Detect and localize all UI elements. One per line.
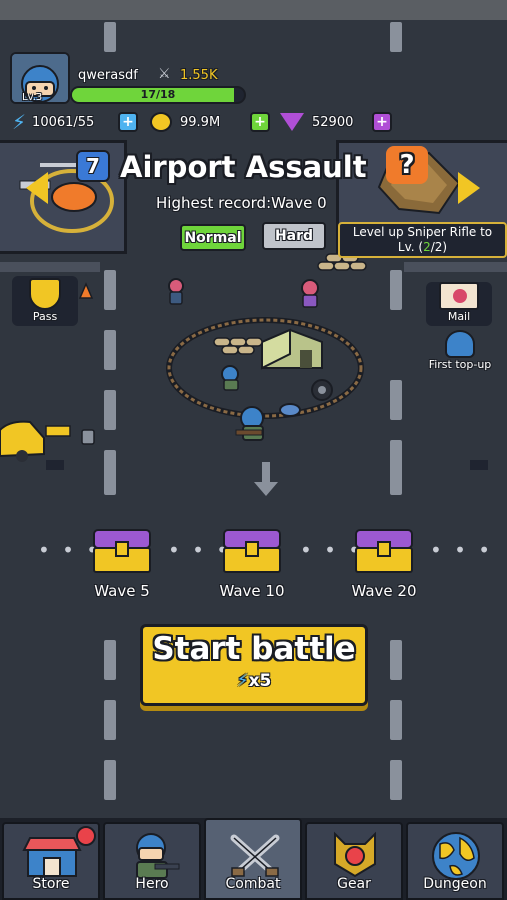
pass-label: Pass	[32, 310, 58, 323]
lightning-icon: ⚡	[236, 671, 249, 691]
nav-tab-gear[interactable]: Gear	[305, 822, 403, 900]
drone	[279, 403, 301, 417]
nav-label-hero: Hero	[135, 876, 169, 892]
coins-value: 99.9M	[180, 114, 221, 130]
unlock-prefix: Lv. (	[397, 240, 424, 254]
player-level: Lv.3	[22, 92, 43, 103]
pass-button[interactable]: Pass	[12, 276, 78, 326]
coins-resource: 99.9M	[150, 110, 220, 134]
player-power: 1.55K	[180, 68, 218, 83]
highest-record: Highest record:Wave 0	[156, 194, 327, 212]
army-tent	[261, 328, 323, 370]
unlock-progress: 2	[423, 240, 431, 254]
energy-value: 10061/55	[32, 114, 95, 130]
locked-level-mark: ?	[386, 146, 428, 184]
unlock-suffix: /2)	[430, 240, 448, 254]
barrier	[45, 425, 95, 445]
reward-chest-wave-20[interactable]	[354, 528, 414, 574]
traffic-cone	[78, 282, 94, 299]
nav-label-dungeon: Dungeon	[423, 876, 487, 892]
crown-coin-icon	[150, 112, 172, 132]
down-arrow-icon	[254, 462, 278, 496]
crossed-swords-icon: ⚔	[158, 66, 171, 82]
soldier-gift-icon	[445, 330, 475, 358]
nav-label-gear: Gear	[337, 876, 371, 892]
level-number-badge: 7	[76, 150, 110, 182]
gem-icon	[280, 113, 304, 131]
wave-label: Wave 5	[94, 582, 150, 600]
crossed-swords-icon	[230, 834, 280, 877]
unlock-requirement-line2: Lv. (2/2)	[340, 240, 505, 255]
treasure-chest-icon	[93, 529, 151, 573]
level-title: Airport Assault	[120, 150, 367, 184]
nav-label-store: Store	[32, 876, 70, 892]
reward-chest-wave-5[interactable]	[92, 528, 152, 574]
wave-label: Wave 10	[219, 582, 285, 600]
lightning-icon: ⚡	[12, 110, 27, 134]
hero-icon	[136, 833, 180, 879]
gear-mech-icon	[334, 831, 376, 878]
wave-label: Wave 20	[351, 582, 417, 600]
treasure-chest-icon	[355, 529, 413, 573]
start-battle-label: Start battle	[152, 631, 356, 667]
add-coins-button[interactable]: +	[250, 112, 270, 132]
first-topup-button[interactable]: First top-up	[420, 330, 500, 376]
nav-label-combat: Combat	[225, 876, 281, 892]
start-cost-value: x5	[248, 671, 272, 691]
xp-bar: 17/18	[70, 86, 246, 104]
bottom-navigation: Store Hero Combat Gear Dungeon	[0, 818, 507, 900]
hard-difficulty-button[interactable]: Hard	[262, 222, 326, 250]
treasure-chest-icon	[223, 529, 281, 573]
reward-chest-wave-10[interactable]	[222, 528, 282, 574]
notification-dot	[76, 826, 96, 846]
ally-soldier	[221, 365, 239, 391]
start-battle-button[interactable]: Start battle ⚡x5	[140, 624, 368, 706]
player-name: qwerasdf	[78, 68, 138, 83]
gems-resource: 52900	[280, 110, 353, 134]
yellow-car	[0, 420, 45, 462]
add-gems-button[interactable]: +	[372, 112, 392, 132]
start-battle-cost: ⚡x5	[143, 671, 365, 691]
mail-button[interactable]: Mail	[426, 282, 492, 326]
gems-value: 52900	[312, 114, 354, 130]
mail-label: Mail	[447, 310, 471, 323]
next-level-arrow-icon[interactable]	[458, 172, 480, 204]
zombie	[301, 279, 319, 308]
prev-level-arrow-icon[interactable]	[26, 172, 48, 204]
nav-tab-hero[interactable]: Hero	[103, 822, 201, 900]
mail-icon	[439, 282, 479, 310]
store-icon	[22, 837, 82, 877]
progress-dots: • • •	[430, 538, 494, 562]
nav-tab-store[interactable]: Store	[2, 822, 100, 900]
unlock-requirement-line1: Level up Sniper Rifle to	[352, 225, 493, 239]
globe-icon	[432, 832, 480, 880]
nav-tab-combat[interactable]: Combat	[204, 818, 302, 900]
energy-resource: ⚡ 10061/55	[12, 110, 94, 134]
normal-difficulty-button[interactable]: Normal	[180, 224, 246, 251]
shield-sword-icon	[29, 278, 61, 310]
xp-text: 17/18	[140, 88, 176, 101]
add-energy-button[interactable]: +	[118, 112, 138, 132]
nav-tab-dungeon[interactable]: Dungeon	[406, 822, 504, 900]
first-topup-label: First top-up	[428, 358, 492, 371]
unlock-requirement: Level up Sniper Rifle to Lv. (2/2)	[338, 222, 507, 258]
zombie	[168, 278, 184, 305]
